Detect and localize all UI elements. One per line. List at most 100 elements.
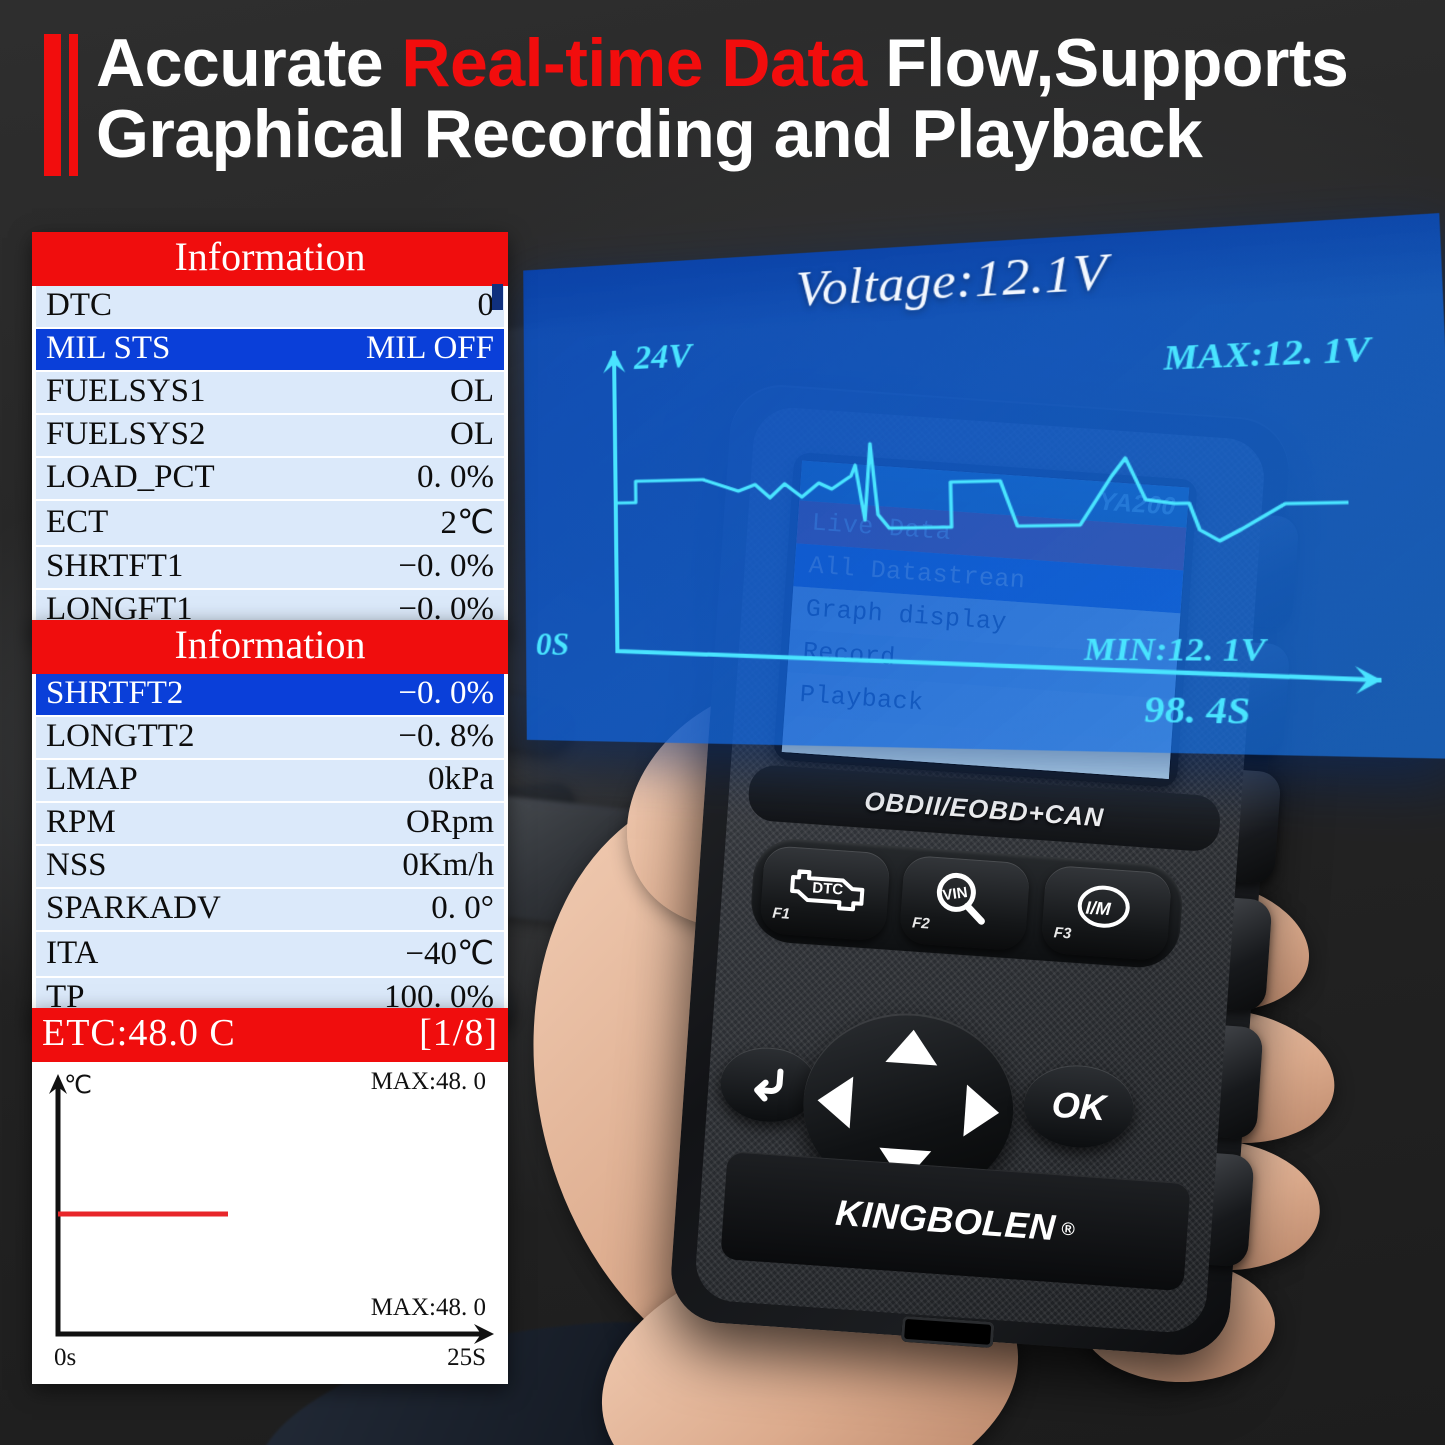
table-row[interactable]: FUELSYS1 OL bbox=[36, 371, 504, 415]
vin-magnifier-icon: VIN bbox=[924, 870, 1008, 932]
im-readiness-icon: I/M bbox=[1066, 880, 1150, 942]
function-key-row: DTC F1 VIN F2 I/M F3 bbox=[748, 836, 1185, 971]
table-row[interactable]: FUELSYS2 OL bbox=[36, 414, 504, 458]
panel1-title: Information bbox=[32, 232, 508, 286]
row-value: −40℃ bbox=[316, 931, 504, 978]
headline-line1-pre: Accurate bbox=[96, 25, 402, 101]
row-value: 0Km/h bbox=[316, 845, 504, 889]
row-key: RPM bbox=[36, 802, 317, 846]
panel3-plot-area: ℃ MAX:48. 0 MAX:48. 0 0s 25S bbox=[32, 1062, 508, 1384]
table-row[interactable]: SHRTFT1 −0. 0% bbox=[36, 546, 504, 590]
table-row[interactable]: ITA −40℃ bbox=[36, 931, 504, 978]
panel3-page-indicator: [1/8] bbox=[419, 1012, 498, 1054]
dpad-up-icon[interactable] bbox=[885, 1027, 940, 1066]
dtc-engine-icon: DTC bbox=[784, 861, 868, 919]
row-value: −0. 0% bbox=[316, 674, 504, 717]
row-key: SPARKADV bbox=[36, 888, 317, 932]
f1-label: F1 bbox=[771, 904, 791, 923]
row-value: OL bbox=[298, 371, 504, 415]
row-value: −0. 8% bbox=[316, 716, 504, 760]
svg-text:I/M: I/M bbox=[1085, 897, 1112, 919]
headline-line2: Graphical Recording and Playback bbox=[96, 95, 1203, 172]
row-key: LOAD_PCT bbox=[36, 457, 299, 501]
panel3-max-bottom: MAX:48. 0 bbox=[370, 1294, 486, 1321]
panel2-frame: SHRTFT2 −0. 0% LONGTT2 −0. 8% LMAP 0kPa RPM ORp… bbox=[32, 674, 508, 1025]
headline-accent-bars bbox=[38, 34, 84, 176]
row-key: LONGTT2 bbox=[36, 716, 317, 760]
row-key: SHRTFT1 bbox=[36, 546, 299, 590]
f2-label: F2 bbox=[911, 914, 931, 933]
table-row[interactable]: LONGTT2 −0. 8% bbox=[36, 716, 504, 760]
panel2-title: Information bbox=[32, 620, 508, 674]
row-key: SHRTFT2 bbox=[36, 674, 317, 717]
row-value: 0kPa bbox=[316, 759, 504, 803]
row-key: ITA bbox=[36, 931, 317, 978]
ok-label: OK bbox=[1050, 1083, 1108, 1129]
overlay-waveform-svg bbox=[603, 213, 1445, 695]
row-key: FUELSYS2 bbox=[36, 414, 299, 458]
row-key: ECT bbox=[36, 500, 299, 547]
panel1-frame: DTC 0 MIL STS MIL OFF FUELSYS1 OL FUELSYS2 OL LO… bbox=[32, 286, 508, 637]
row-key: NSS bbox=[36, 845, 317, 889]
f2-vin-button[interactable]: VIN F2 bbox=[898, 854, 1031, 952]
brand-plate: KINGBOLEN ® bbox=[720, 1151, 1191, 1292]
table-row[interactable]: LMAP 0kPa bbox=[36, 759, 504, 803]
panel1-scroll-indicator[interactable] bbox=[492, 284, 503, 310]
headline-line1-post: Flow,Supports bbox=[866, 25, 1349, 101]
dpad-left-icon[interactable] bbox=[815, 1074, 854, 1129]
table-row[interactable]: SPARKADV 0. 0° bbox=[36, 888, 504, 932]
table-row[interactable]: ECT 2℃ bbox=[36, 500, 504, 547]
panel1-table: DTC 0 MIL STS MIL OFF FUELSYS1 OL FUELSYS2 OL LO… bbox=[36, 286, 504, 633]
row-value: ORpm bbox=[316, 802, 504, 846]
overlay-y-max-label: 24V bbox=[633, 336, 692, 378]
table-row[interactable]: DTC 0 bbox=[36, 286, 504, 329]
etc-graph-panel: ETC:48.0 C [1/8] ℃ MAX:48. 0 MAX:48. 0 0… bbox=[32, 1008, 508, 1384]
back-arrow-icon bbox=[744, 1061, 793, 1109]
information-panel-2: Information SHRTFT2 −0. 0% LONGTT2 −0. 8% LM… bbox=[32, 620, 508, 1025]
row-value: 2℃ bbox=[298, 500, 504, 547]
table-row[interactable]: RPM ORpm bbox=[36, 802, 504, 846]
table-row[interactable]: MIL STS MIL OFF bbox=[36, 328, 504, 372]
f3-im-button[interactable]: I/M F3 bbox=[1040, 864, 1173, 962]
row-value: 0 bbox=[298, 286, 504, 329]
table-row[interactable]: NSS 0Km/h bbox=[36, 845, 504, 889]
panel3-header: ETC:48.0 C [1/8] bbox=[32, 1008, 508, 1062]
overlay-max-label: MAX:12. 1V bbox=[1162, 328, 1372, 378]
table-row[interactable]: SHRTFT2 −0. 0% bbox=[36, 674, 504, 717]
overlay-x-start-label: 0S bbox=[535, 625, 570, 663]
dpad-right-icon[interactable] bbox=[963, 1084, 1001, 1139]
product-marketing-image: YA200 Live Data All Datastrean Graph dis… bbox=[0, 0, 1445, 1445]
panel3-x-start: 0s bbox=[54, 1344, 77, 1371]
overlay-glass-panel: Voltage:12.1V 24V MAX:12. 1V 0S MIN:12. … bbox=[523, 213, 1445, 759]
information-panel-1: Information DTC 0 MIL STS MIL OFF FUELSYS1 OL… bbox=[32, 232, 508, 637]
panel3-y-unit: ℃ bbox=[64, 1072, 93, 1099]
overlay-duration-label: 98. 4S bbox=[1143, 689, 1252, 733]
panel3-title: ETC:48.0 C bbox=[42, 1012, 236, 1054]
svg-text:DTC: DTC bbox=[812, 879, 844, 898]
row-value: −0. 0% bbox=[298, 546, 504, 590]
row-key: MIL STS bbox=[36, 328, 299, 372]
headline-line1-highlight: Real-time Data bbox=[401, 25, 867, 101]
f1-dtc-button[interactable]: DTC F1 bbox=[759, 844, 891, 942]
panel2-table: SHRTFT2 −0. 0% LONGTT2 −0. 8% LMAP 0kPa RPM ORp… bbox=[36, 674, 504, 1021]
f3-label: F3 bbox=[1053, 924, 1072, 943]
row-value: MIL OFF bbox=[298, 328, 504, 372]
row-value: 0. 0% bbox=[298, 457, 504, 501]
svg-text:VIN: VIN bbox=[942, 884, 969, 904]
brand-registered-mark: ® bbox=[1060, 1218, 1077, 1239]
headline: Accurate Real-time Data Flow,Supports Gr… bbox=[38, 28, 1428, 176]
voltage-graph-overlay: Voltage:12.1V 24V MAX:12. 1V 0S MIN:12. … bbox=[523, 213, 1445, 759]
row-key: LMAP bbox=[36, 759, 317, 803]
panel3-max-top: MAX:48. 0 bbox=[370, 1068, 486, 1095]
row-value: 0. 0° bbox=[316, 888, 504, 932]
row-key: FUELSYS1 bbox=[36, 371, 299, 415]
ok-button[interactable]: OK bbox=[1021, 1061, 1137, 1152]
row-value: OL bbox=[298, 414, 504, 458]
brand-name: KINGBOLEN bbox=[834, 1191, 1058, 1249]
panel3-x-end: 25S bbox=[447, 1344, 486, 1371]
overlay-min-label: MIN:12. 1V bbox=[1083, 631, 1267, 669]
row-key: DTC bbox=[36, 286, 299, 329]
etc-chart-svg bbox=[49, 1074, 494, 1344]
table-row[interactable]: LOAD_PCT 0. 0% bbox=[36, 457, 504, 501]
headline-text: Accurate Real-time Data Flow,Supports Gr… bbox=[96, 28, 1428, 169]
